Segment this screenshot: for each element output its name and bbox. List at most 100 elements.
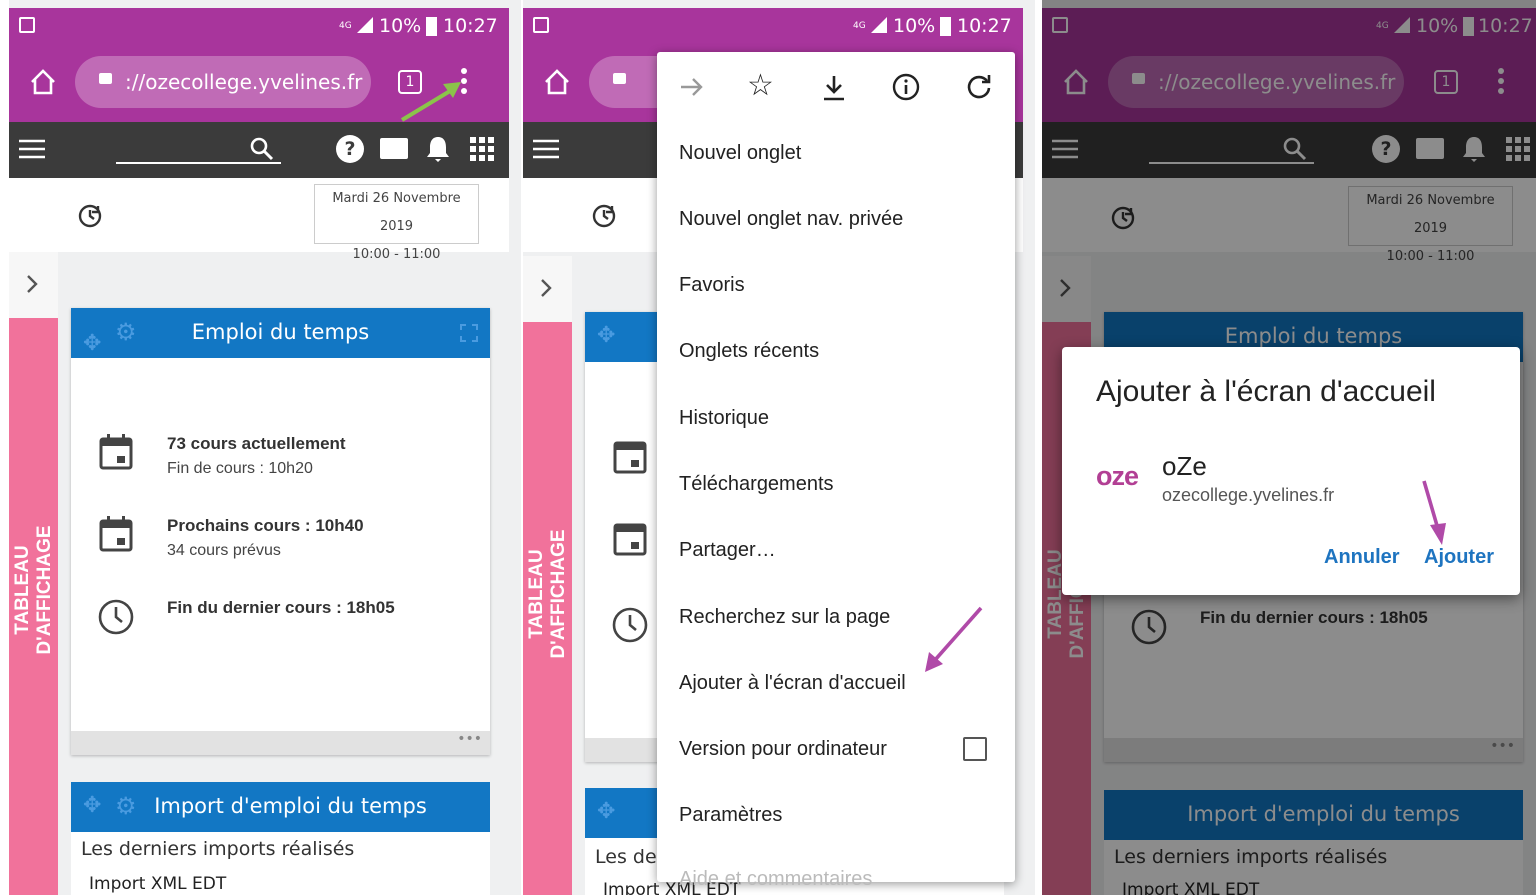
more-dots[interactable]: •••: [457, 731, 482, 747]
home-icon[interactable]: [29, 68, 57, 96]
hamburger-icon[interactable]: [19, 138, 45, 160]
help-icon[interactable]: ?: [336, 135, 364, 163]
mail-icon[interactable]: [380, 138, 408, 159]
clock-icon: [98, 599, 134, 635]
sidebar-toggle[interactable]: [523, 256, 572, 322]
add-button[interactable]: Ajouter: [1424, 546, 1494, 569]
menu-item-recent-tabs[interactable]: Onglets récents: [679, 340, 819, 363]
menu-item-bookmarks[interactable]: Favoris: [679, 274, 745, 297]
row-subtitle: 34 cours prévus: [167, 542, 281, 559]
menu-item-settings[interactable]: Paramètres: [679, 804, 782, 827]
network-label: 4G: [339, 21, 352, 31]
menu-item-downloads[interactable]: Téléchargements: [679, 473, 834, 496]
time-label: 10:27: [443, 15, 498, 37]
download-icon[interactable]: [822, 74, 846, 102]
move-icon[interactable]: ✥: [83, 320, 101, 368]
menu-item-incognito[interactable]: Nouvel onglet nav. privée: [679, 208, 903, 231]
info-icon[interactable]: [891, 72, 921, 102]
expand-icon[interactable]: [460, 324, 478, 342]
sidebar-label: TABLEAU D'AFFICHAGE: [12, 525, 55, 655]
green-arrow-icon: [400, 82, 461, 122]
signal-icon: [871, 17, 887, 33]
purple-arrow-icon: [1422, 480, 1446, 545]
battery-label: 10%: [893, 15, 936, 37]
sidebar-tab[interactable]: TABLEAU D'AFFICHAGE: [523, 322, 572, 895]
row-title: Prochains cours : 10h40: [167, 516, 364, 535]
status-bar: 4G 10% 10:27: [9, 8, 509, 46]
import-card: ✥ ⚙ Import d'emploi du temps Les dernier…: [71, 782, 490, 895]
screen-3: 4G 10% 10:27 ://ozecollege.yvelines.fr 1…: [1042, 0, 1536, 895]
refresh-clock-icon[interactable]: [590, 202, 618, 230]
browser-overflow-menu: ☆ Nouvel onglet Nouvel onglet nav. privé…: [657, 52, 1015, 890]
gear-icon[interactable]: ⚙: [115, 308, 137, 356]
menu-item-new-tab[interactable]: Nouvel onglet: [679, 142, 801, 165]
search-field[interactable]: [116, 162, 281, 164]
row-title: 73 cours actuellement: [167, 434, 346, 453]
menu-item-find-in-page[interactable]: Recherchez sur la page: [679, 606, 890, 629]
emploi-row: Prochains cours : 10h40 34 cours prévus: [97, 516, 477, 566]
menu-item-help[interactable]: Aide et commentaires: [679, 868, 872, 891]
hamburger-icon[interactable]: [533, 138, 559, 160]
move-icon[interactable]: ✥: [597, 788, 615, 836]
oze-navbar: ?: [9, 122, 509, 178]
time-range-text: 10:00 - 11:00: [352, 247, 441, 262]
row-title: Fin du dernier cours : 18h05: [167, 598, 395, 617]
desktop-site-checkbox[interactable]: [963, 737, 987, 761]
home-icon[interactable]: [543, 68, 571, 96]
sidebar-tab[interactable]: TABLEAU D'AFFICHAGE: [9, 318, 58, 895]
dialog-title: Ajouter à l'écran d'accueil: [1096, 375, 1436, 408]
emploi-card-header: ✥ ⚙ Emploi du temps: [71, 308, 490, 358]
import-subtitle: Les derniers imports réalisés: [81, 838, 355, 860]
url-field[interactable]: ://ozecollege.yvelines.fr: [75, 56, 371, 108]
import-item[interactable]: Import XML EDT: [89, 874, 226, 894]
calendar-icon: [613, 441, 647, 474]
import-card-header: ✥ ⚙ Import d'emploi du temps: [71, 782, 490, 832]
calendar-icon: [613, 523, 647, 556]
oze-logo: oze: [1096, 461, 1139, 491]
battery-icon: [940, 17, 951, 36]
battery-label: 10%: [379, 15, 422, 37]
import-card-title: Import d'emploi du temps: [154, 794, 427, 818]
date-bar: Mardi 26 Novembre 2019 10:00 - 11:00: [9, 178, 509, 262]
apps-grid-icon[interactable]: [470, 137, 494, 161]
menu-item-share[interactable]: Partager…: [679, 539, 776, 562]
add-to-home-dialog: Ajouter à l'écran d'accueil oze oZe ozec…: [1062, 347, 1520, 595]
lock-icon: [99, 73, 112, 84]
star-icon[interactable]: ☆: [747, 68, 774, 103]
refresh-clock-icon[interactable]: [76, 202, 104, 230]
clock-icon: [612, 607, 648, 643]
network-label: 4G: [853, 21, 866, 31]
sidebar-toggle[interactable]: [9, 252, 58, 318]
menu-item-desktop-site[interactable]: Version pour ordinateur: [679, 738, 887, 761]
bell-icon[interactable]: [426, 135, 450, 163]
date-text: Mardi 26 Novembre 2019: [332, 191, 461, 234]
row-subtitle: Fin de cours : 10h20: [167, 460, 313, 477]
menu-item-add-to-home[interactable]: Ajouter à l'écran d'accueil: [679, 672, 906, 695]
browser-toolbar: ://ozecollege.yvelines.fr 1: [9, 46, 509, 122]
screen-2: 4G 10% 10:27 TABLEAU D'AFFICHAGE ✥ ✥ Les…: [523, 0, 1035, 895]
emploi-card-title: Emploi du temps: [191, 320, 370, 344]
screenshot-icon: [19, 17, 35, 33]
gear-icon[interactable]: ⚙: [115, 782, 137, 830]
emploi-row: Fin du dernier cours : 18h05: [97, 598, 477, 638]
cancel-button[interactable]: Annuler: [1324, 546, 1400, 569]
screenshot-icon: [533, 17, 549, 33]
calendar-icon: [99, 516, 133, 552]
move-icon[interactable]: ✥: [597, 312, 615, 360]
forward-arrow-icon[interactable]: [679, 74, 705, 100]
app-name-field[interactable]: oZe: [1162, 451, 1207, 482]
card-footer: •••: [71, 731, 490, 755]
battery-icon: [426, 17, 437, 36]
search-icon[interactable]: [249, 136, 275, 162]
purple-arrow-icon: [925, 606, 983, 672]
chevron-right-icon: [541, 279, 552, 297]
date-box: Mardi 26 Novembre 2019 10:00 - 11:00: [314, 184, 479, 262]
move-icon[interactable]: ✥: [83, 782, 101, 830]
emploi-row: 73 cours actuellement Fin de cours : 10h…: [97, 434, 477, 484]
chevron-right-icon: [27, 275, 38, 293]
reload-icon[interactable]: [965, 72, 993, 100]
calendar-icon: [99, 434, 133, 470]
app-url: ozecollege.yvelines.fr: [1162, 485, 1335, 505]
menu-item-history[interactable]: Historique: [679, 407, 769, 430]
time-label: 10:27: [957, 15, 1012, 37]
